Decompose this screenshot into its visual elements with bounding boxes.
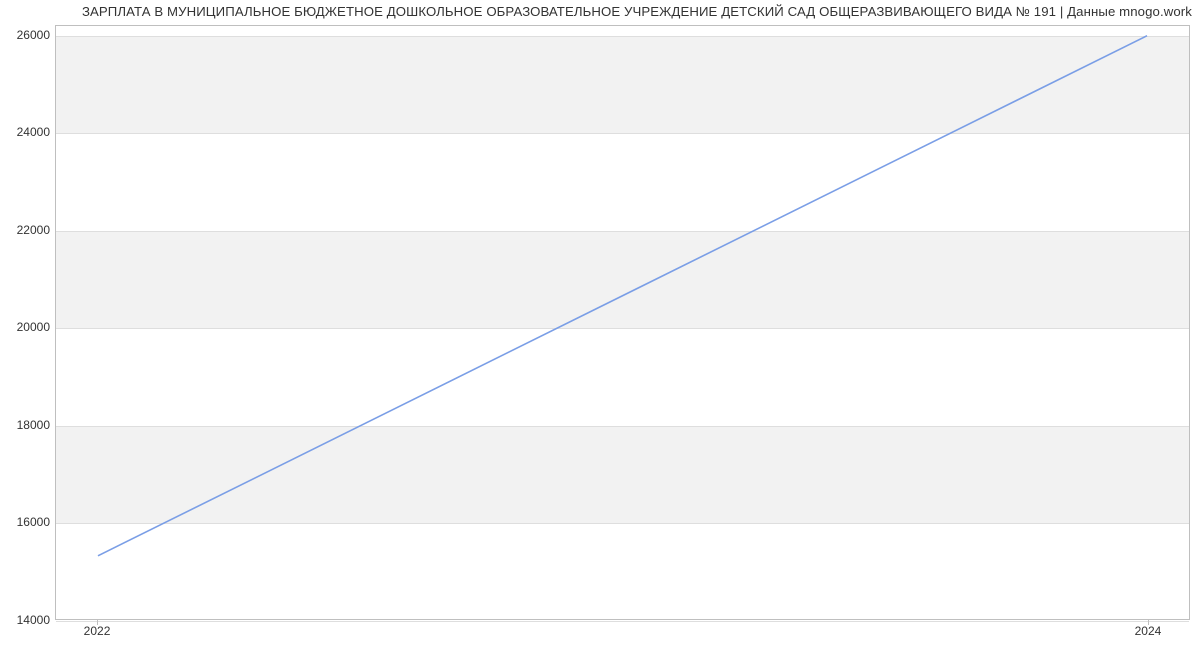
y-tick-label: 24000 — [0, 125, 50, 139]
y-tick-label: 18000 — [0, 418, 50, 432]
y-gridline — [56, 621, 1189, 622]
x-tick-label: 2022 — [84, 624, 111, 638]
plot-area — [55, 25, 1190, 620]
y-tick-label: 26000 — [0, 28, 50, 42]
y-tick-label: 14000 — [0, 613, 50, 627]
y-tick-label: 16000 — [0, 515, 50, 529]
chart-title: ЗАРПЛАТА В МУНИЦИПАЛЬНОЕ БЮДЖЕТНОЕ ДОШКО… — [8, 4, 1192, 19]
x-tick-label: 2024 — [1135, 624, 1162, 638]
y-tick-label: 22000 — [0, 223, 50, 237]
line-layer — [56, 26, 1189, 619]
series-line — [98, 36, 1147, 556]
y-tick-label: 20000 — [0, 320, 50, 334]
chart-container: ЗАРПЛАТА В МУНИЦИПАЛЬНОЕ БЮДЖЕТНОЕ ДОШКО… — [0, 0, 1200, 650]
